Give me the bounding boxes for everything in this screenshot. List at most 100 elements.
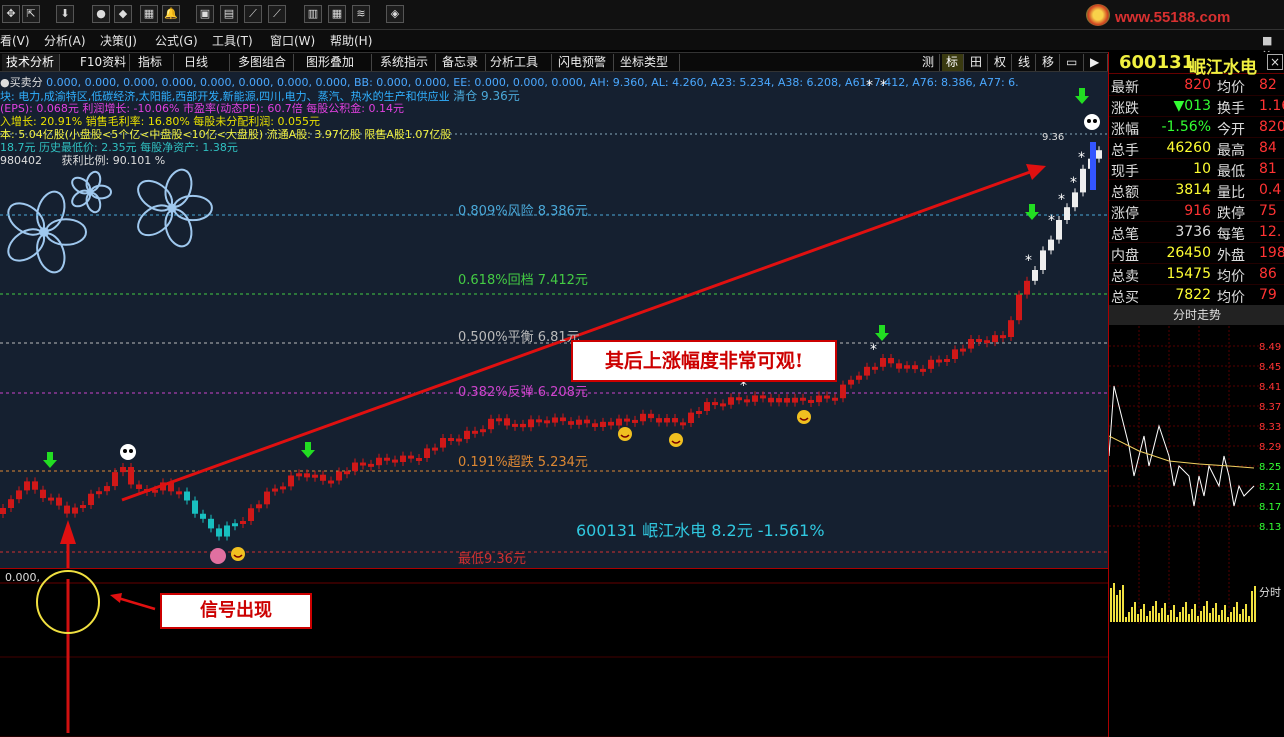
menu-analysis[interactable]: 分析(A)	[44, 32, 86, 49]
tab-grid[interactable]: 田	[966, 54, 988, 71]
picture-icon[interactable]: ▤	[220, 5, 238, 23]
grid-icon[interactable]: ▣	[196, 5, 214, 23]
candle-body	[336, 471, 342, 481]
record-icon[interactable]: ●	[92, 5, 110, 23]
quote-row: 涨停 916 跌停 75	[1109, 201, 1284, 222]
flower-petal	[45, 218, 87, 246]
bell-icon[interactable]: 🔔	[162, 5, 180, 23]
candle-body	[928, 359, 934, 369]
panel-toggle-icon[interactable]: ▶	[1086, 54, 1108, 71]
tab-mark[interactable]: 标	[942, 54, 964, 71]
signal-arrow-icon	[1079, 88, 1085, 96]
drawline2-icon[interactable]: ⟋	[268, 5, 286, 23]
quote-panel: 600131 岷江水电 × 最新 820 均价 82 涨跌 ▼013 换手 1.16 涨幅 -1.…	[1108, 52, 1284, 737]
candle-body	[112, 472, 118, 487]
calc-icon[interactable]: ▦	[140, 5, 158, 23]
panda-icon	[1093, 119, 1097, 123]
tab-tech-analysis[interactable]: 技术分析	[2, 54, 60, 71]
compass-icon[interactable]: ◈	[386, 5, 404, 23]
tab-measure[interactable]: 测	[918, 54, 940, 71]
tab-analysis-tools[interactable]: 分析工具	[486, 54, 552, 71]
candle-body	[888, 358, 894, 364]
tab-rights[interactable]: 权	[990, 54, 1012, 71]
fib-level-500: 0.500%平衡 6.81元	[458, 330, 580, 345]
menu-formula[interactable]: 公式(G)	[155, 32, 198, 49]
chart-icon[interactable]: ⇱	[22, 5, 40, 23]
tab-flash-alert[interactable]: 闪电预警	[554, 54, 614, 71]
price-tick: 8.37	[1259, 402, 1281, 413]
candle-body	[984, 340, 990, 344]
candle-body	[472, 430, 478, 434]
tab-memo[interactable]: 备忘录	[438, 54, 486, 71]
kline-chart[interactable]: * * * * * * * * * ●买卖分 0.000, 0.000, 0.000, 0.00…	[0, 72, 1108, 568]
candle-body	[1048, 239, 1054, 251]
tab-multi-chart[interactable]: 多图组合	[234, 54, 294, 71]
candle-body	[488, 418, 494, 430]
menu-decision[interactable]: 决策(J)	[100, 32, 137, 49]
star-marker: *	[870, 342, 877, 358]
candle-body	[800, 397, 806, 401]
quote-row: 总卖 15475 均价 86	[1109, 264, 1284, 285]
candle-body	[312, 474, 318, 478]
candle-body	[40, 489, 46, 499]
quote-value: 3814	[1175, 182, 1211, 198]
menu-window[interactable]: 窗口(W)	[270, 32, 315, 49]
candle-body	[416, 458, 422, 461]
tab-indicator[interactable]: 指标	[134, 54, 174, 71]
candle-body	[1090, 142, 1096, 190]
minute-chart[interactable]: 8.49 8.45 8.41 8.37 8.33 8.29 8.25 8.21 8.17 8.13	[1109, 326, 1284, 626]
candle-body	[64, 505, 70, 514]
indicator-subpane[interactable]: 0.000, 信号出现	[0, 568, 1108, 737]
menu-view[interactable]: 看(V)	[0, 32, 30, 49]
candle-body	[704, 402, 710, 411]
quote-label: 总手	[1111, 143, 1139, 159]
menu-tools[interactable]: 工具(T)	[212, 32, 253, 49]
quote-value: 916	[1184, 203, 1211, 219]
close-panel-icon[interactable]: ×	[1267, 54, 1283, 70]
export-icon[interactable]: ▦	[328, 5, 346, 23]
signal-arrow-icon	[47, 452, 53, 460]
quote-value-2: 82	[1259, 77, 1277, 93]
candle-body	[360, 462, 366, 466]
candle-body	[904, 365, 910, 369]
candle-body	[352, 462, 358, 472]
signal-arrow-icon	[43, 460, 57, 468]
tab-coord-type[interactable]: 坐标类型	[616, 54, 680, 71]
candle-body	[952, 349, 958, 359]
tab-line[interactable]: 线	[1014, 54, 1036, 71]
tab-f10[interactable]: F10资料	[76, 54, 130, 71]
quote-value: 820	[1184, 77, 1211, 93]
candle-body	[224, 525, 230, 537]
menu-help[interactable]: 帮助(H)	[330, 32, 372, 49]
download-icon[interactable]: ⬇	[56, 5, 74, 23]
drawline-icon[interactable]: ⟋	[244, 5, 262, 23]
candle-body	[616, 418, 622, 426]
quote-label: 总额	[1111, 185, 1139, 201]
candle-body	[216, 528, 222, 537]
alert-icon[interactable]: ◆	[114, 5, 132, 23]
tab-daily[interactable]: 日线	[180, 54, 230, 71]
tab-overlay[interactable]: 图形叠加	[302, 54, 372, 71]
panda-icon	[1084, 114, 1100, 130]
window-restore-icon[interactable]: ▭	[1062, 54, 1084, 71]
candle-body	[712, 402, 718, 406]
brand-url: www.55188.com	[1115, 9, 1231, 26]
list-icon[interactable]: ▥	[304, 5, 322, 23]
tab-move[interactable]: 移	[1038, 54, 1060, 71]
candle-body	[304, 473, 310, 478]
move-icon[interactable]: ✥	[2, 5, 20, 23]
candle-body	[432, 447, 438, 451]
candle-body	[192, 500, 198, 514]
candle-body	[536, 419, 542, 423]
candle-body	[664, 418, 670, 423]
quote-value: 15475	[1166, 266, 1211, 282]
candle-body	[384, 457, 390, 461]
candle-body	[528, 419, 534, 428]
compare-icon[interactable]: ≋	[352, 5, 370, 23]
candle-body	[136, 484, 142, 489]
quote-label-2: 均价	[1217, 80, 1245, 96]
tab-system[interactable]: 系统指示	[376, 54, 436, 71]
quote-row: 总笔 3736 每笔 12.	[1109, 222, 1284, 243]
candle-body	[936, 359, 942, 363]
quote-value: 3736	[1175, 224, 1211, 240]
